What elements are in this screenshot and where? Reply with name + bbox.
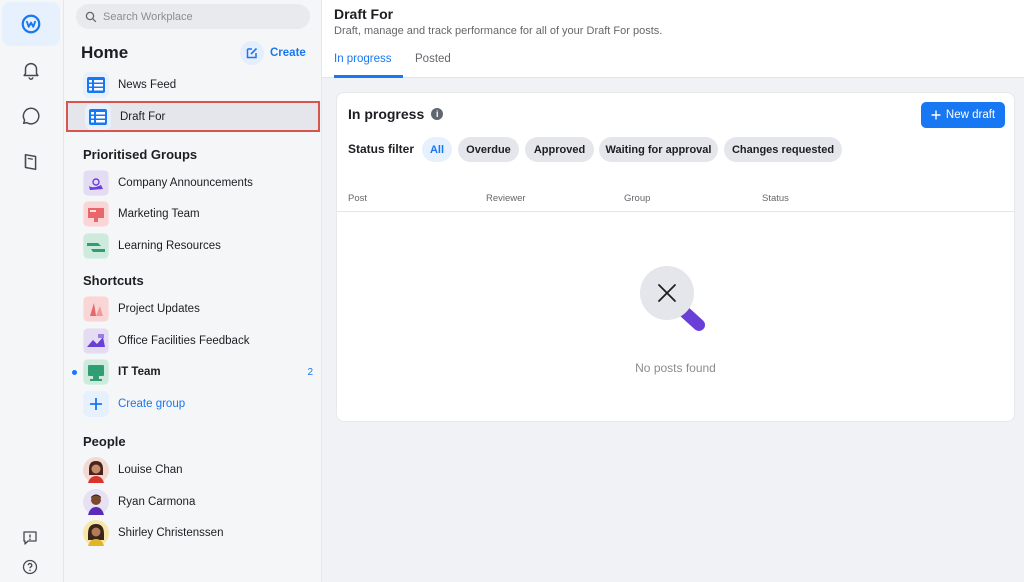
- sidebar-person-ryan-carmona[interactable]: Ryan Carmona: [64, 487, 322, 517]
- search-icon: [85, 11, 97, 22]
- sidebar-item-news-feed[interactable]: News Feed: [64, 70, 322, 100]
- filter-chip-overdue[interactable]: Overdue: [458, 137, 519, 162]
- knowledge-library-book-icon[interactable]: [2, 140, 60, 184]
- no-results-magnifier-icon: [633, 261, 723, 341]
- marketing-group-icon: [83, 201, 109, 227]
- page-title: Draft For: [334, 6, 394, 22]
- table-header-divider: [337, 211, 1014, 212]
- tab-in-progress[interactable]: In progress: [334, 45, 403, 78]
- sidebar-title: Home: [81, 43, 129, 62]
- sidebar-person-louise-chan[interactable]: Louise Chan: [64, 455, 322, 485]
- card-title-text: In progress: [348, 106, 425, 122]
- sidebar-group-company-announcements[interactable]: Company Announcements: [64, 168, 322, 198]
- filter-chip-approved[interactable]: Approved: [525, 137, 594, 162]
- column-header-group[interactable]: Group: [624, 193, 650, 204]
- learning-group-icon: [83, 233, 109, 259]
- sidebar-shortcut-project-updates[interactable]: Project Updates: [64, 294, 322, 324]
- sidebar-item-draft-for[interactable]: Draft For: [66, 101, 320, 132]
- sidebar-item-label: Shirley Christenssen: [118, 527, 224, 539]
- draft-icon: [85, 103, 111, 130]
- sidebar-item-label: Draft For: [120, 110, 166, 123]
- avatar: [83, 457, 109, 483]
- column-header-post[interactable]: Post: [348, 193, 367, 204]
- drafts-card: In progress i New draft Status filter Al…: [336, 92, 1015, 422]
- column-header-reviewer[interactable]: Reviewer: [486, 193, 526, 204]
- status-filter-label: Status filter: [348, 142, 415, 156]
- sidebar-item-label: Office Facilities Feedback: [118, 335, 250, 347]
- page-subtitle: Draft, manage and track performance for …: [334, 25, 663, 37]
- card-title: In progress i: [348, 106, 444, 122]
- report-problem-icon[interactable]: [20, 528, 40, 548]
- sidebar-item-label: Create group: [118, 398, 186, 410]
- create-label: Create: [270, 47, 306, 59]
- plus-icon: [83, 391, 109, 417]
- chat-bubble-icon[interactable]: [2, 94, 60, 138]
- prioritised-groups-heading: Prioritised Groups: [83, 147, 198, 162]
- avatar: [83, 520, 109, 546]
- search-bar[interactable]: [76, 4, 310, 29]
- megaphone-group-icon: [83, 170, 109, 196]
- create-button[interactable]: Create: [240, 40, 306, 66]
- sidebar-item-label: Project Updates: [118, 303, 200, 315]
- plus-icon: [931, 110, 941, 120]
- tab-posted[interactable]: Posted: [415, 45, 451, 78]
- sidebar-item-label: Company Announcements: [118, 177, 253, 189]
- search-input[interactable]: [103, 10, 293, 23]
- shortcuts-heading: Shortcuts: [83, 273, 144, 288]
- unread-count-badge: 2: [307, 366, 313, 378]
- people-heading: People: [83, 434, 126, 449]
- sidebar-person-shirley-christenssen[interactable]: Shirley Christenssen: [64, 518, 322, 548]
- sidebar-item-label: Ryan Carmona: [118, 496, 196, 508]
- column-header-status[interactable]: Status: [762, 193, 789, 204]
- filter-chip-changes-requested[interactable]: Changes requested: [724, 137, 842, 162]
- compose-icon: [240, 41, 264, 65]
- sidebar-group-marketing-team[interactable]: Marketing Team: [64, 199, 322, 229]
- sidebar-item-label: Marketing Team: [118, 208, 200, 220]
- empty-state-text: No posts found: [635, 361, 716, 375]
- page-header: Draft For Draft, manage and track perfor…: [322, 0, 1024, 78]
- project-group-icon: [83, 296, 109, 322]
- facilities-group-icon: [83, 328, 109, 354]
- notifications-bell-icon[interactable]: [2, 48, 60, 92]
- new-draft-label: New draft: [945, 109, 996, 121]
- filter-chip-waiting-for-approval[interactable]: Waiting for approval: [599, 137, 718, 162]
- sidebar-item-label: Louise Chan: [118, 464, 183, 476]
- app-rail: [0, 0, 64, 582]
- main-content: Draft For Draft, manage and track perfor…: [322, 0, 1024, 582]
- new-draft-button[interactable]: New draft: [921, 102, 1005, 128]
- it-team-group-icon: [83, 359, 109, 385]
- sidebar-shortcut-it-team[interactable]: IT Team 2: [64, 357, 322, 387]
- sidebar-item-label: News Feed: [118, 79, 177, 91]
- workplace-logo-icon[interactable]: [2, 2, 60, 46]
- sidebar-group-learning-resources[interactable]: Learning Resources: [64, 231, 322, 261]
- sidebar-item-label: IT Team: [118, 366, 161, 378]
- sidebar-shortcut-office-facilities-feedback[interactable]: Office Facilities Feedback: [64, 326, 322, 356]
- create-group-button[interactable]: Create group: [64, 389, 322, 419]
- avatar: [83, 489, 109, 515]
- help-icon[interactable]: [20, 557, 40, 577]
- info-icon[interactable]: i: [431, 108, 444, 120]
- sidebar: Home Create News Feed Draft For Prioriti…: [64, 0, 322, 582]
- unread-dot: [72, 369, 77, 375]
- filter-chip-all[interactable]: All: [422, 137, 452, 162]
- news-feed-icon: [83, 72, 109, 98]
- sidebar-item-label: Learning Resources: [118, 240, 221, 252]
